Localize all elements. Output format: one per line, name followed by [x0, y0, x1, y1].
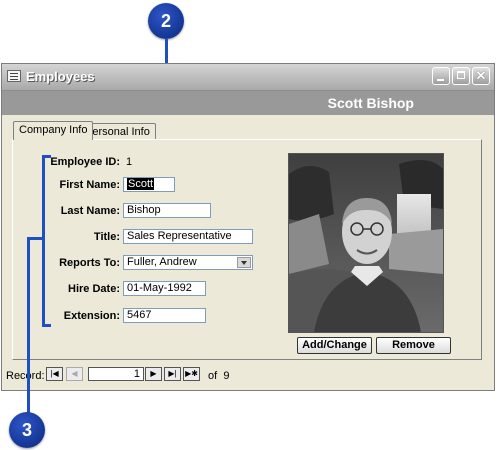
title-field[interactable]: Sales Representative [123, 229, 253, 244]
callout-3-leader-vertical [27, 237, 30, 414]
titlebar[interactable]: Employees ✕ [2, 64, 494, 91]
remove-button[interactable]: Remove [376, 337, 451, 354]
employee-photo [288, 153, 444, 333]
first-name-field[interactable]: Scott [123, 177, 175, 192]
callout-3: 3 [9, 412, 45, 448]
last-record-button[interactable]: ▶| [164, 367, 181, 381]
record-navigation: Record: |◀ ◀ 1 ▶ ▶| ▶✱ of 9 [2, 366, 494, 386]
callout-2: 2 [148, 3, 184, 39]
callout-3-bracket-vertical [42, 155, 45, 327]
callout-3-label: 3 [21, 419, 32, 440]
record-total: 9 [223, 370, 230, 382]
window-title: Employees [26, 69, 95, 84]
chevron-down-icon[interactable] [237, 257, 251, 268]
hire-date-field[interactable]: 01-May-1992 [123, 281, 206, 296]
callout-3-bracket-top [42, 155, 51, 158]
employee-photo-image [289, 154, 443, 332]
extension-field[interactable]: 5467 [123, 308, 206, 323]
employee-name-header: Scott Bishop [327, 95, 414, 111]
reports-to-combo[interactable]: Fuller, Andrew [123, 255, 253, 270]
callout-2-label: 2 [160, 10, 171, 31]
last-name-field[interactable]: Bishop [123, 203, 211, 218]
header-band: Scott Bishop [2, 91, 494, 115]
minimize-icon[interactable] [432, 67, 450, 85]
next-record-button[interactable]: ▶ [145, 367, 162, 381]
record-of-text: of 9 [208, 370, 229, 382]
callout-3-bracket-bottom [42, 324, 51, 327]
maximize-icon[interactable] [452, 67, 470, 85]
close-icon[interactable]: ✕ [472, 67, 490, 85]
first-record-button[interactable]: |◀ [46, 367, 63, 381]
tab-company-info[interactable]: Company Info [13, 121, 94, 140]
employees-window: Employees ✕ Scott Bishop Company Info Pe… [1, 63, 495, 391]
employee-id-value: 1 [126, 156, 133, 168]
add-change-button[interactable]: Add/Change [297, 337, 372, 354]
callout-3-leader-horizontal [27, 237, 45, 240]
first-name-value: Scott [127, 178, 155, 190]
record-of-label: of [208, 370, 218, 382]
previous-record-button[interactable]: ◀ [66, 367, 83, 381]
new-record-button[interactable]: ▶✱ [183, 367, 200, 381]
record-label: Record: [6, 370, 45, 382]
form-icon [7, 70, 21, 82]
reports-to-value: Fuller, Andrew [127, 256, 197, 268]
record-number-input[interactable]: 1 [88, 367, 144, 381]
